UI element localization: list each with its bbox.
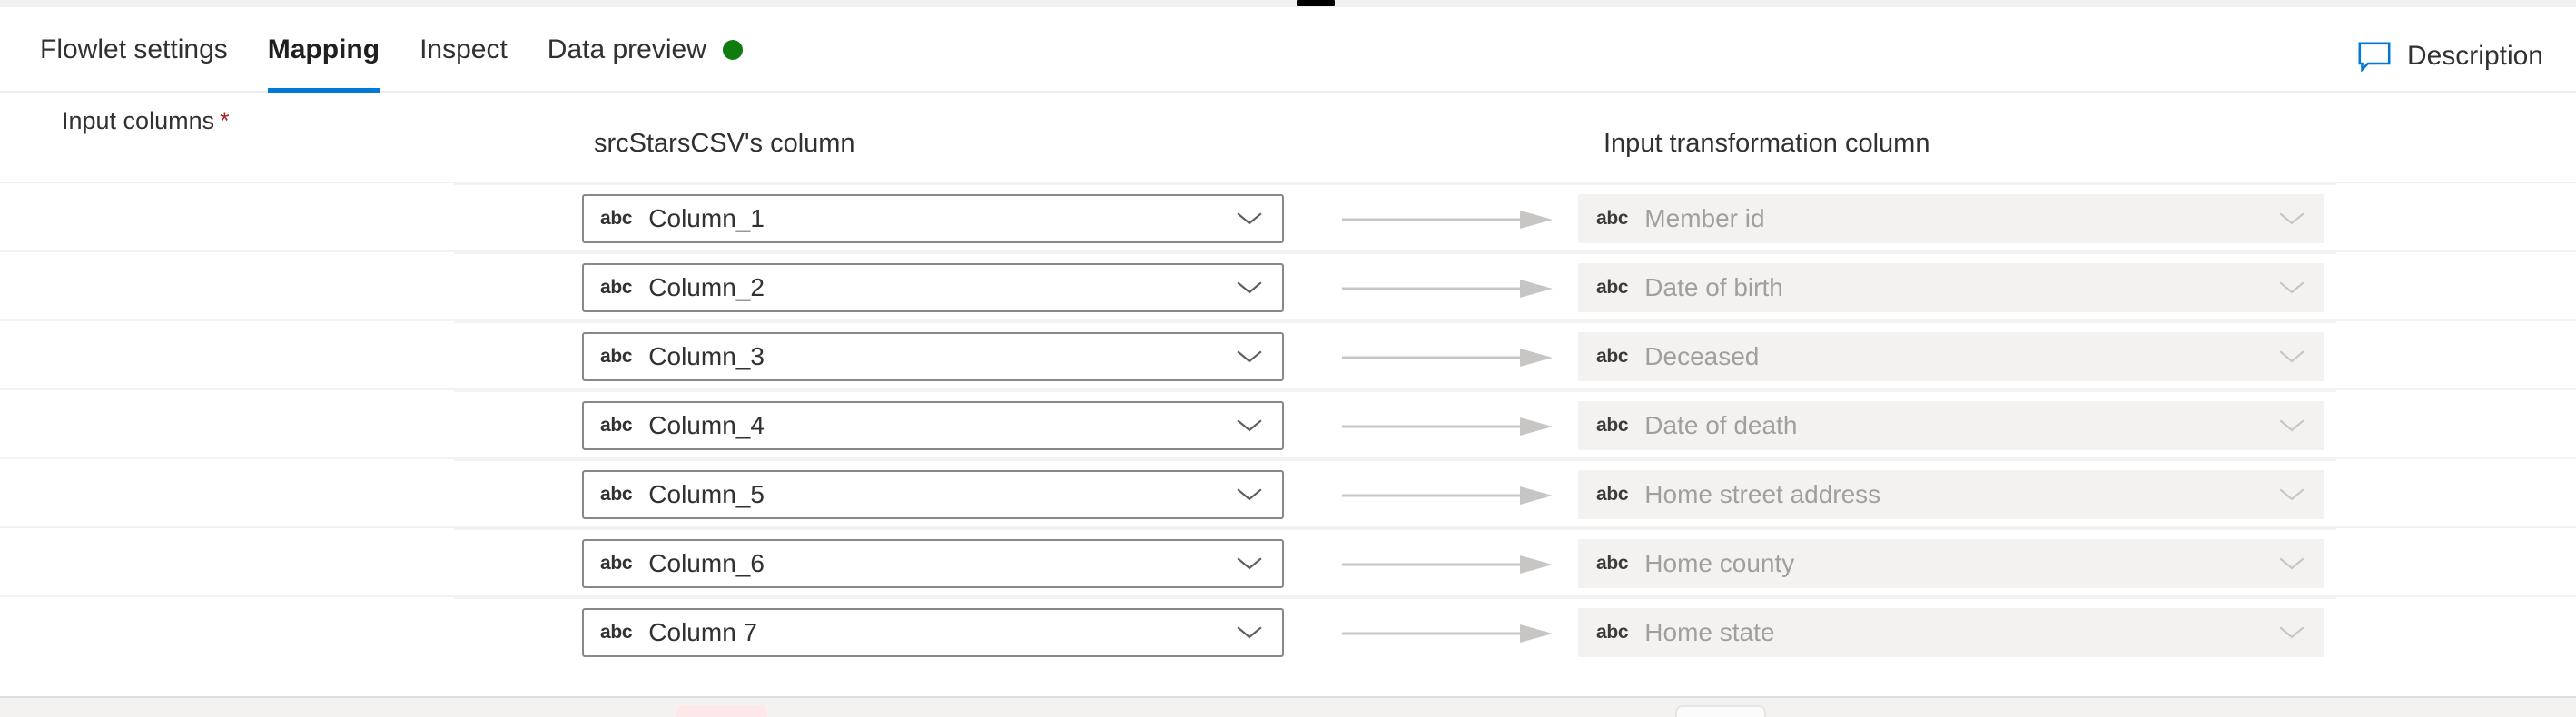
- mapping-row: abc Column_3 abc Deceased: [0, 319, 2576, 388]
- tab-inspect[interactable]: Inspect: [400, 7, 528, 93]
- string-type-icon: abc: [600, 484, 632, 506]
- source-column-dropdown[interactable]: abc Column 7: [582, 608, 1284, 657]
- string-type-icon: abc: [1596, 346, 1628, 368]
- source-column-dropdown[interactable]: abc Column_3: [582, 332, 1284, 381]
- chevron-down-icon: [1237, 556, 1282, 571]
- target-column-value: Home street address: [1644, 480, 2279, 509]
- tab-flowlet-settings[interactable]: Flowlet settings: [20, 7, 248, 93]
- string-type-icon: abc: [600, 622, 632, 643]
- chevron-down-icon: [2279, 487, 2324, 502]
- mapping-row: abc Column_6 abc Home county: [0, 526, 2576, 595]
- string-type-icon: abc: [1596, 208, 1628, 230]
- string-type-icon: abc: [600, 346, 632, 368]
- source-column-value: Column_5: [648, 480, 1237, 509]
- target-column-dropdown[interactable]: abc Member id: [1578, 194, 2324, 243]
- string-type-icon: abc: [600, 208, 632, 230]
- target-column-value: Home county: [1644, 549, 2279, 578]
- input-columns-label: Input columns*: [62, 107, 230, 135]
- chevron-down-icon: [2279, 280, 2324, 295]
- mapping-row: abc Column_1 abc Member id: [0, 182, 2576, 250]
- row-divider: [454, 528, 2336, 530]
- chevron-down-icon: [2279, 211, 2324, 226]
- row-divider: [454, 183, 2336, 185]
- string-type-icon: abc: [600, 415, 632, 437]
- source-column-dropdown[interactable]: abc Column_1: [582, 194, 1284, 243]
- chevron-down-icon: [1237, 280, 1282, 295]
- row-divider: [454, 321, 2336, 323]
- source-column-header: srcStarsCSV's column: [594, 129, 855, 159]
- comment-icon: [2358, 42, 2391, 72]
- tab-data-preview[interactable]: Data preview: [528, 7, 763, 93]
- mapping-row-list: abcColumn_1abcMember idabcColumn_2abcDat…: [0, 182, 2576, 664]
- row-divider: [454, 459, 2336, 461]
- string-type-icon: abc: [1596, 484, 1628, 506]
- target-column-dropdown[interactable]: abc Date of death: [1578, 401, 2324, 450]
- row-divider: [454, 252, 2336, 254]
- secondary-button[interactable]: [1675, 705, 1766, 717]
- chevron-down-icon: [2279, 625, 2324, 640]
- mapping-row: abc Column_2 abc Date of birth: [0, 250, 2576, 319]
- row-divider: [454, 597, 2336, 599]
- mapping-content: Input columns* srcStarsCSV's column Inpu…: [0, 94, 2576, 696]
- chevron-down-icon: [1237, 211, 1282, 226]
- panel-resize-handle[interactable]: [1297, 0, 1335, 6]
- string-type-icon: abc: [1596, 553, 1628, 575]
- source-column-value: Column_3: [648, 342, 1237, 371]
- delete-button[interactable]: [676, 705, 767, 717]
- string-type-icon: abc: [1596, 622, 1628, 643]
- string-type-icon: abc: [600, 553, 632, 575]
- tab-bar: Flowlet settings Mapping Inspect Data pr…: [0, 7, 2576, 93]
- target-column-value: Date of birth: [1644, 273, 2279, 302]
- description-label: Description: [2407, 41, 2543, 72]
- chevron-down-icon: [1237, 418, 1282, 433]
- chevron-down-icon: [2279, 556, 2324, 571]
- target-column-value: Deceased: [1644, 342, 2279, 371]
- chevron-down-icon: [2279, 349, 2324, 364]
- footer-bar: [0, 696, 2576, 717]
- required-asterisk: *: [220, 107, 230, 134]
- input-columns-text: Input columns: [62, 107, 214, 134]
- source-column-dropdown[interactable]: abc Column_6: [582, 539, 1284, 588]
- tab-label: Data preview: [548, 34, 706, 65]
- chevron-down-icon: [2279, 418, 2324, 433]
- source-column-dropdown[interactable]: abc Column_4: [582, 401, 1284, 450]
- target-column-value: Date of death: [1644, 411, 2279, 440]
- target-column-value: Member id: [1644, 204, 2279, 233]
- row-divider: [454, 390, 2336, 392]
- mapping-row: abc Column_5 abc Home street address: [0, 457, 2576, 526]
- tab-list: Flowlet settings Mapping Inspect Data pr…: [20, 7, 763, 93]
- chevron-down-icon: [1237, 625, 1282, 640]
- target-column-dropdown[interactable]: abc Deceased: [1578, 332, 2324, 381]
- target-column-dropdown[interactable]: abc Home county: [1578, 539, 2324, 588]
- source-column-value: Column 7: [648, 618, 1237, 647]
- tab-label: Flowlet settings: [40, 34, 228, 65]
- mapping-row: abc Column_4 abc Date of death: [0, 388, 2576, 457]
- source-column-value: Column_4: [648, 411, 1237, 440]
- target-column-dropdown[interactable]: abc Date of birth: [1578, 263, 2324, 312]
- string-type-icon: abc: [1596, 415, 1628, 437]
- source-column-dropdown[interactable]: abc Column_2: [582, 263, 1284, 312]
- tab-mapping[interactable]: Mapping: [248, 7, 400, 93]
- source-column-value: Column_6: [648, 549, 1237, 578]
- panel-top-strip: [0, 0, 2576, 7]
- string-type-icon: abc: [600, 277, 632, 299]
- source-column-value: Column_1: [648, 204, 1237, 233]
- mapping-row: abc Column 7 abc Home state: [0, 595, 2576, 664]
- source-column-dropdown[interactable]: abc Column_5: [582, 470, 1284, 519]
- chevron-down-icon: [1237, 487, 1282, 502]
- tab-label: Mapping: [268, 34, 380, 65]
- string-type-icon: abc: [1596, 277, 1628, 299]
- chevron-down-icon: [1237, 349, 1282, 364]
- target-column-dropdown[interactable]: abc Home state: [1578, 608, 2324, 657]
- target-column-dropdown[interactable]: abc Home street address: [1578, 470, 2324, 519]
- status-dot-icon: [723, 40, 743, 60]
- target-column-value: Home state: [1644, 618, 2279, 647]
- target-column-header: Input transformation column: [1604, 129, 1930, 159]
- description-button[interactable]: Description: [2349, 15, 2552, 98]
- tab-data-preview-group: Data preview: [548, 34, 743, 65]
- source-column-value: Column_2: [648, 273, 1237, 302]
- tab-label: Inspect: [419, 34, 508, 65]
